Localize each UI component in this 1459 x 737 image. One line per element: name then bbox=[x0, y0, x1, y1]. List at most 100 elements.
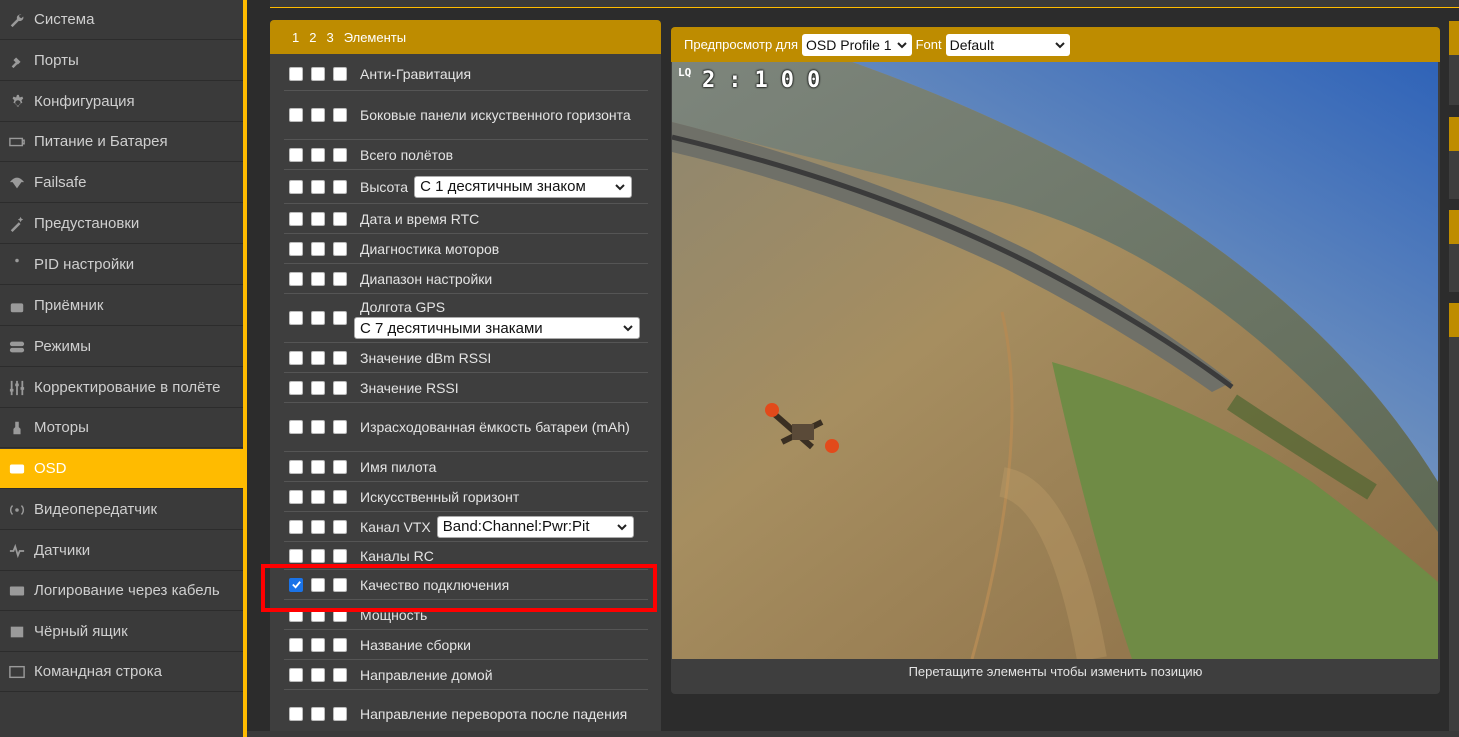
sidebar-item-wand[interactable]: Предустановки bbox=[0, 204, 243, 244]
profile-1-checkbox[interactable] bbox=[289, 108, 303, 122]
sidebar-item-antenna[interactable]: Видеопередатчик bbox=[0, 490, 243, 530]
profile-2-checkbox[interactable] bbox=[311, 67, 325, 81]
profile-3-checkbox[interactable] bbox=[333, 271, 347, 286]
profile-3-checkbox[interactable] bbox=[333, 211, 347, 226]
profile-1-checkbox[interactable] bbox=[289, 380, 303, 395]
profile-1-checkbox[interactable] bbox=[289, 147, 303, 162]
sidebar-item-receiver[interactable]: Приёмник bbox=[0, 286, 243, 326]
profile-3-checkbox[interactable] bbox=[333, 67, 347, 81]
profile-1-checkbox[interactable] bbox=[289, 548, 303, 563]
profile-1-checkbox[interactable] bbox=[289, 459, 303, 474]
sidebar-item-pulse[interactable]: Датчики bbox=[0, 531, 243, 571]
sidebar-item-terminal[interactable]: Командная строка bbox=[0, 652, 243, 692]
profile-3-checkbox[interactable] bbox=[333, 108, 347, 122]
sidebar-item-osd[interactable]: OSD bbox=[0, 449, 243, 489]
profile-3-checkbox[interactable] bbox=[333, 637, 347, 652]
profile-2-checkbox[interactable] bbox=[311, 108, 325, 122]
sidebar-item-toggle[interactable]: Режимы bbox=[0, 327, 243, 367]
profile-2-checkbox[interactable] bbox=[311, 667, 325, 682]
profile-2-checkbox[interactable] bbox=[311, 420, 325, 434]
profile-3-checkbox[interactable] bbox=[333, 459, 347, 474]
profile-1-checkbox[interactable] bbox=[289, 211, 303, 226]
profile-1-checkbox[interactable] bbox=[289, 350, 303, 365]
chevron-down-icon bbox=[896, 41, 907, 48]
profile-3-checkbox[interactable] bbox=[333, 350, 347, 365]
element-label: Искусственный горизонт bbox=[360, 488, 520, 505]
profile-2-checkbox[interactable] bbox=[311, 271, 325, 286]
element-format-select[interactable]: С 7 десятичными знаками bbox=[354, 317, 640, 339]
profile-2-checkbox[interactable] bbox=[311, 311, 325, 325]
font-select[interactable]: Default bbox=[945, 33, 1070, 56]
profile-3-checkbox[interactable] bbox=[333, 311, 347, 325]
profile-1-checkbox[interactable] bbox=[289, 420, 303, 434]
profile-2-checkbox[interactable] bbox=[311, 147, 325, 162]
profile-1-checkbox[interactable] bbox=[289, 607, 303, 622]
sidebar-item-pid[interactable]: PID настройки bbox=[0, 245, 243, 285]
profile-2-checkbox[interactable] bbox=[311, 489, 325, 504]
sidebar-item-blackbox[interactable]: Чёрный ящик bbox=[0, 612, 243, 652]
profile-2-checkbox[interactable] bbox=[311, 241, 325, 256]
toggle-icon bbox=[8, 338, 26, 356]
profile-1-column[interactable]: 1 bbox=[292, 30, 299, 45]
profile-2-checkbox[interactable] bbox=[311, 350, 325, 365]
drag-hint: Перетащите элементы чтобы изменить позиц… bbox=[908, 664, 1203, 679]
profile-1-checkbox[interactable] bbox=[289, 577, 303, 592]
sidebar-item-wrench[interactable]: Система bbox=[0, 0, 243, 40]
profile-2-checkbox[interactable] bbox=[311, 607, 325, 622]
profile-2-checkbox[interactable] bbox=[311, 707, 325, 721]
sidebar-item-motor[interactable]: Моторы bbox=[0, 408, 243, 448]
osd-profile-select[interactable]: OSD Profile 1 bbox=[802, 33, 912, 56]
element-format-select[interactable]: Band:Channel:Pwr:Pit bbox=[436, 515, 634, 538]
profile-1-checkbox[interactable] bbox=[289, 67, 303, 81]
profile-2-checkbox[interactable] bbox=[311, 380, 325, 395]
element-format-select[interactable]: С 1 десятичным знаком bbox=[414, 175, 633, 198]
profile-3-checkbox[interactable] bbox=[333, 147, 347, 162]
profile-2-column[interactable]: 2 bbox=[309, 30, 316, 45]
profile-3-checkbox[interactable] bbox=[333, 519, 347, 534]
profile-2-checkbox[interactable] bbox=[311, 577, 325, 592]
profile-1-checkbox[interactable] bbox=[289, 271, 303, 286]
profile-2-checkbox[interactable] bbox=[311, 519, 325, 534]
side-panel-4 bbox=[1449, 303, 1459, 737]
profile-1-checkbox[interactable] bbox=[289, 489, 303, 504]
profile-1-checkbox[interactable] bbox=[289, 179, 303, 194]
profile-1-checkbox[interactable] bbox=[289, 519, 303, 534]
profile-3-checkbox[interactable] bbox=[333, 489, 347, 504]
profile-3-checkbox[interactable] bbox=[333, 707, 347, 721]
profile-3-checkbox[interactable] bbox=[333, 241, 347, 256]
sidebar-item-gear[interactable]: Конфигурация bbox=[0, 82, 243, 122]
profile-1-checkbox[interactable] bbox=[289, 637, 303, 652]
sidebar-item-label: Видеопередатчик bbox=[34, 501, 158, 518]
profile-checkboxes bbox=[289, 489, 355, 504]
sidebar-item-logging[interactable]: Логирование через кабель bbox=[0, 571, 243, 611]
osd-link-quality-icon[interactable]: LQ bbox=[678, 67, 691, 78]
profile-2-checkbox[interactable] bbox=[311, 211, 325, 226]
profile-3-checkbox[interactable] bbox=[333, 577, 347, 592]
profile-2-checkbox[interactable] bbox=[311, 459, 325, 474]
sliders-icon bbox=[8, 379, 26, 397]
sidebar-item-parachute[interactable]: Failsafe bbox=[0, 163, 243, 203]
profile-3-checkbox[interactable] bbox=[333, 420, 347, 434]
profile-3-checkbox[interactable] bbox=[333, 667, 347, 682]
profile-2-checkbox[interactable] bbox=[311, 179, 325, 194]
profile-3-checkbox[interactable] bbox=[333, 607, 347, 622]
sidebar-item-sliders[interactable]: Корректирование в полёте bbox=[0, 368, 243, 408]
profile-3-checkbox[interactable] bbox=[333, 179, 347, 194]
profile-3-column[interactable]: 3 bbox=[326, 30, 333, 45]
element-row: Значение RSSI bbox=[284, 373, 648, 403]
sidebar-item-plug[interactable]: Порты bbox=[0, 41, 243, 81]
font-value: Default bbox=[949, 36, 994, 53]
profile-1-checkbox[interactable] bbox=[289, 707, 303, 721]
sidebar-item-battery[interactable]: Питание и Батарея bbox=[0, 122, 243, 162]
profile-2-checkbox[interactable] bbox=[311, 637, 325, 652]
profile-1-checkbox[interactable] bbox=[289, 667, 303, 682]
profile-3-checkbox[interactable] bbox=[333, 380, 347, 395]
fpv-preview-image[interactable]: LQ 2:100 bbox=[672, 62, 1438, 659]
profile-checkboxes bbox=[289, 311, 355, 325]
profile-1-checkbox[interactable] bbox=[289, 241, 303, 256]
osd-link-quality-value[interactable]: 2:100 bbox=[702, 68, 833, 93]
profile-2-checkbox[interactable] bbox=[311, 548, 325, 563]
profile-3-checkbox[interactable] bbox=[333, 548, 347, 563]
element-label: Направление переворота после падения bbox=[360, 706, 628, 722]
profile-1-checkbox[interactable] bbox=[289, 311, 303, 325]
